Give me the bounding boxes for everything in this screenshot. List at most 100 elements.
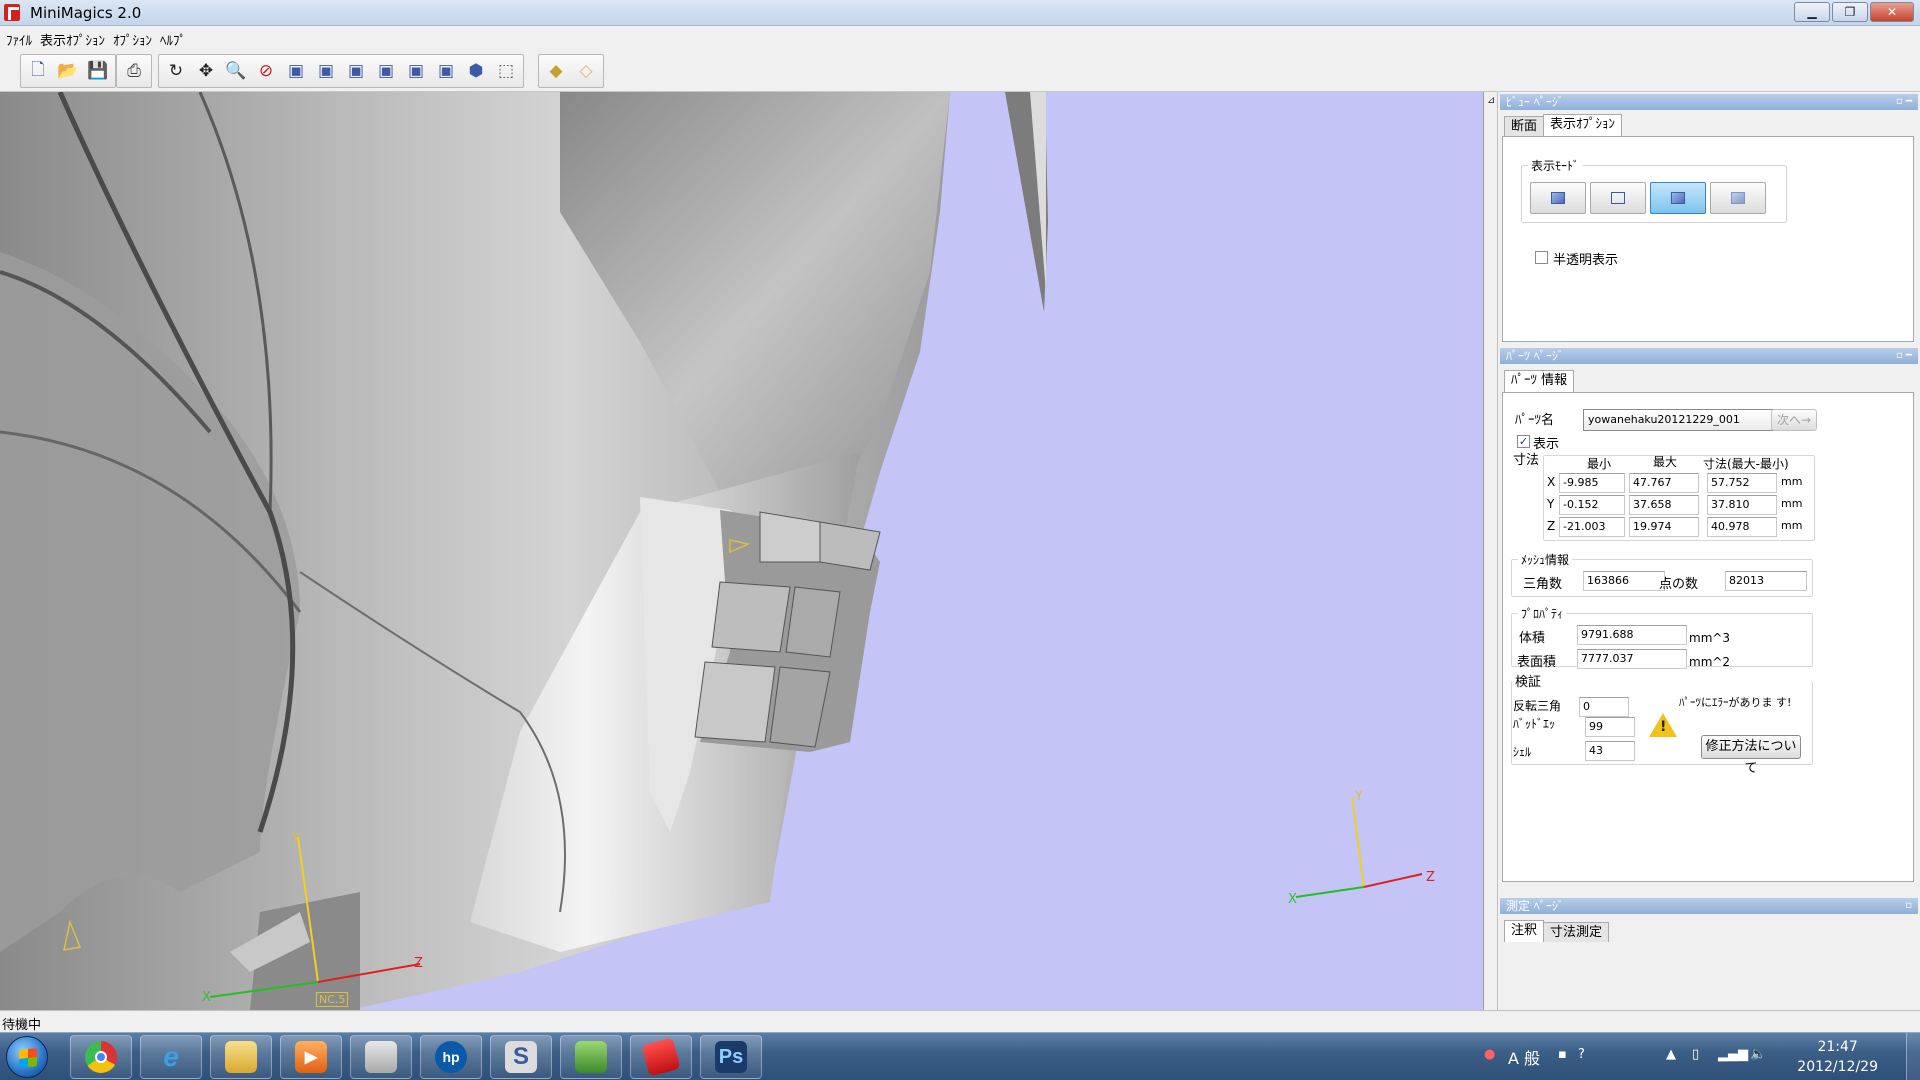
- inverted-field[interactable]: 0: [1579, 697, 1629, 717]
- taskbar-chrome[interactable]: [70, 1035, 132, 1079]
- dim-y-max-field[interactable]: 37.658: [1629, 495, 1699, 515]
- zoom-fit-icon[interactable]: ⊘: [253, 58, 279, 84]
- ime-indicator[interactable]: A 般: [1508, 1045, 1540, 1069]
- view-camera-icon[interactable]: ⬚: [493, 58, 519, 84]
- wireframe-mode-button[interactable]: [1590, 182, 1646, 214]
- dim-header-min: 最小: [1587, 457, 1612, 471]
- dim-z-size-field[interactable]: 40.978: [1707, 517, 1777, 537]
- open-folder-icon[interactable]: 📂: [55, 58, 81, 84]
- view-top-icon[interactable]: ▣: [403, 58, 429, 84]
- fix-method-button[interactable]: 修正方法について: [1701, 735, 1801, 776]
- parts-page-tabs: ﾊﾟｰﾂ 情報: [1504, 370, 1575, 392]
- view-back-icon[interactable]: ▣: [313, 58, 339, 84]
- taskbar-printer-app[interactable]: [350, 1035, 412, 1079]
- display-mode-group: 表示ﾓｰﾄﾞ: [1521, 157, 1787, 223]
- measure-page-header: 測定 ﾍﾟｰｼﾞ ▫: [1500, 898, 1918, 914]
- dimensions-label: 寸法: [1513, 453, 1540, 468]
- view-left-icon[interactable]: ▣: [343, 58, 369, 84]
- bad-edges-field[interactable]: 99: [1585, 717, 1635, 737]
- right-axis-x-label: X: [1288, 892, 1297, 907]
- tray-ime-tools-icon[interactable]: ▪: [1558, 1047, 1567, 1062]
- tray-security-icon[interactable]: ●: [1484, 1047, 1495, 1062]
- file-explorer-icon: [225, 1041, 257, 1073]
- parts-page-pin-icon[interactable]: ▫ ━: [1896, 348, 1912, 364]
- tray-ime-help-icon[interactable]: ?: [1578, 1047, 1585, 1062]
- show-desktop-button[interactable]: [1906, 1033, 1920, 1080]
- network-icon[interactable]: ▂▄▆: [1718, 1047, 1748, 1062]
- right-axis-z-label: Z: [1426, 870, 1435, 885]
- view-page-pin-icon[interactable]: ▫ ━: [1896, 94, 1912, 110]
- taskbar-fern-app[interactable]: [560, 1035, 622, 1079]
- tray-device-icon[interactable]: ▯: [1692, 1047, 1699, 1062]
- taskbar-hp[interactable]: hp: [420, 1035, 482, 1079]
- points-field[interactable]: 82013: [1725, 571, 1807, 591]
- translucent-checkbox[interactable]: [1535, 251, 1548, 264]
- system-tray: ● A 般 ▪ ? ▲ ▯ ▂▄▆ 🔈 21:47 2012/12/29: [1480, 1033, 1920, 1080]
- view-right-icon[interactable]: ▣: [373, 58, 399, 84]
- rotate-icon[interactable]: ↻: [163, 58, 189, 84]
- dim-x-size-field[interactable]: 57.752: [1707, 473, 1777, 493]
- print-icon[interactable]: ⎙: [121, 58, 147, 84]
- panel-pin-strip[interactable]: ⊿: [1486, 92, 1498, 1010]
- close-button[interactable]: ✕: [1870, 2, 1914, 22]
- save-icon[interactable]: 💾: [85, 58, 111, 84]
- pan-icon[interactable]: ✥: [193, 58, 219, 84]
- 3d-viewport[interactable]: Y X Z Y X Z NC.5: [0, 92, 1484, 1010]
- menu-file[interactable]: ﾌｧｲﾙ: [4, 26, 38, 50]
- shaded-mode-button[interactable]: [1530, 182, 1586, 214]
- menu-help[interactable]: ﾍﾙﾌﾟ: [158, 26, 192, 50]
- dim-y-size-field[interactable]: 37.810: [1707, 495, 1777, 515]
- translucent-label: 半透明表示: [1553, 253, 1619, 268]
- tab-dimension-measure[interactable]: 寸法測定: [1543, 922, 1610, 942]
- dim-z-max-field[interactable]: 19.974: [1629, 517, 1699, 537]
- zoom-icon[interactable]: 🔍: [223, 58, 249, 84]
- taskbar-explorer[interactable]: [210, 1035, 272, 1079]
- area-field[interactable]: 7777.037: [1577, 649, 1687, 669]
- part-name-select[interactable]: yowanehaku20121229_001 ▼: [1583, 409, 1785, 431]
- volume-label: 体積: [1519, 631, 1546, 646]
- measure-icon[interactable]: ◆: [543, 58, 569, 84]
- taskbar-ie[interactable]: e: [140, 1035, 202, 1079]
- sai-icon: S: [505, 1041, 537, 1073]
- dim-x-max-field[interactable]: 47.767: [1629, 473, 1699, 493]
- dim-y-min-field[interactable]: -0.152: [1559, 495, 1625, 515]
- tray-expand-icon[interactable]: ▲: [1666, 1047, 1676, 1062]
- start-button[interactable]: [6, 1036, 48, 1078]
- shaded-edges-mode-button[interactable]: [1650, 182, 1706, 214]
- dim-z-min-field[interactable]: -21.003: [1559, 517, 1625, 537]
- view-bottom-icon[interactable]: ▣: [433, 58, 459, 84]
- clock[interactable]: 21:47 2012/12/29: [1797, 1037, 1878, 1077]
- tab-section[interactable]: 断面: [1504, 116, 1545, 136]
- window-controls: ▁ ❐ ✕: [1794, 2, 1914, 22]
- minimize-button[interactable]: ▁: [1794, 2, 1830, 22]
- taskbar-media-player[interactable]: ▶: [280, 1035, 342, 1079]
- shells-field[interactable]: 43: [1585, 741, 1635, 761]
- view-front-icon[interactable]: ▣: [283, 58, 309, 84]
- tab-annotation[interactable]: 注釈: [1504, 920, 1545, 942]
- triangles-label: 三角数: [1523, 577, 1563, 592]
- measure-page-restore-icon[interactable]: ▫: [1905, 898, 1912, 914]
- volume-field[interactable]: 9791.688: [1577, 625, 1687, 645]
- next-part-button[interactable]: 次へ→: [1771, 409, 1817, 431]
- eraser-icon[interactable]: ◇: [573, 58, 599, 84]
- show-checkbox[interactable]: ✓: [1517, 435, 1530, 448]
- view-iso-icon[interactable]: ⬢: [463, 58, 489, 84]
- restore-button[interactable]: ❐: [1832, 2, 1868, 22]
- shaded-edges-mode-icon: [1671, 192, 1685, 204]
- volume-icon[interactable]: 🔈: [1750, 1047, 1766, 1062]
- menu-display-options[interactable]: 表示ｵﾌﾟｼｮﾝ: [38, 26, 111, 50]
- transparent-mode-button[interactable]: [1710, 182, 1766, 214]
- taskbar-minimagics[interactable]: [630, 1035, 692, 1079]
- toolbar: 🗋 📂 💾 ⎙ ↻ ✥ 🔍 ⊘ ▣ ▣ ▣ ▣ ▣ ▣ ⬢ ⬚ ◆ ◇: [0, 52, 1920, 92]
- menu-options[interactable]: ｵﾌﾟｼｮﾝ: [111, 26, 158, 50]
- tab-display-options[interactable]: 表示ｵﾌﾟｼｮﾝ: [1543, 114, 1623, 136]
- dim-header-max: 最大: [1653, 455, 1678, 469]
- triangles-field[interactable]: 163866: [1583, 571, 1665, 591]
- tab-parts-info[interactable]: ﾊﾟｰﾂ 情報: [1504, 370, 1575, 392]
- taskbar-sai[interactable]: S: [490, 1035, 552, 1079]
- dim-z-unit: mm: [1781, 519, 1803, 532]
- volume-unit: mm^3: [1689, 631, 1731, 645]
- taskbar-photoshop[interactable]: Ps: [700, 1035, 762, 1079]
- dim-x-min-field[interactable]: -9.985: [1559, 473, 1625, 493]
- new-file-icon[interactable]: 🗋: [25, 58, 51, 84]
